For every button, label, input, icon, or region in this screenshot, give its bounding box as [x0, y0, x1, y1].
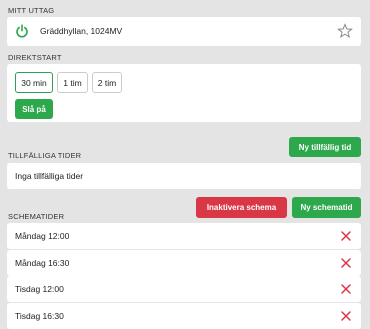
duration-30min-button[interactable]: 30 min — [15, 72, 53, 93]
schedule-row: Måndag 16:30 — [7, 250, 361, 276]
page: MITT UTTAG Gräddhyllan, 1024MV DIREKTSTA… — [0, 0, 370, 329]
star-icon[interactable] — [337, 23, 353, 39]
schedule-time: Tisdag 16:30 — [15, 311, 64, 321]
device-section-label: MITT UTTAG — [8, 6, 55, 15]
schedule-row: Måndag 12:00 — [7, 223, 361, 249]
schedule-time: Måndag 12:00 — [15, 231, 70, 241]
temporary-times-label: TILLFÄLLIGA TIDER — [8, 151, 82, 160]
quick-start-label: DIREKTSTART — [8, 53, 62, 62]
turn-on-button[interactable]: Slå på — [15, 99, 53, 119]
duration-2h-button[interactable]: 2 tim — [92, 72, 122, 93]
delete-icon[interactable] — [340, 257, 352, 269]
quick-start-card: 30 min 1 tim 2 tim Slå på — [7, 64, 361, 122]
schedule-label: SCHEMATIDER — [8, 212, 65, 221]
new-schedule-time-button[interactable]: Ny schematid — [292, 197, 361, 218]
schedule-row: Tisdag 16:30 — [7, 303, 361, 329]
delete-icon[interactable] — [340, 283, 352, 295]
schedule-time: Tisdag 12:00 — [15, 284, 64, 294]
device-name: Gräddhyllan, 1024MV — [40, 26, 123, 36]
new-temporary-time-button[interactable]: Ny tillfällig tid — [289, 137, 361, 157]
duration-1h-button[interactable]: 1 tim — [57, 72, 88, 93]
schedule-row: Tisdag 12:00 — [7, 276, 361, 302]
deactivate-schedule-button[interactable]: Inaktivera schema — [196, 197, 287, 218]
delete-icon[interactable] — [340, 230, 352, 242]
temporary-times-card: Inga tillfälliga tider — [7, 163, 361, 189]
power-icon[interactable] — [15, 24, 29, 38]
temporary-times-empty-text: Inga tillfälliga tider — [15, 171, 84, 181]
schedule-time: Måndag 16:30 — [15, 258, 70, 268]
device-card[interactable]: Gräddhyllan, 1024MV — [7, 17, 361, 46]
delete-icon[interactable] — [340, 310, 352, 322]
